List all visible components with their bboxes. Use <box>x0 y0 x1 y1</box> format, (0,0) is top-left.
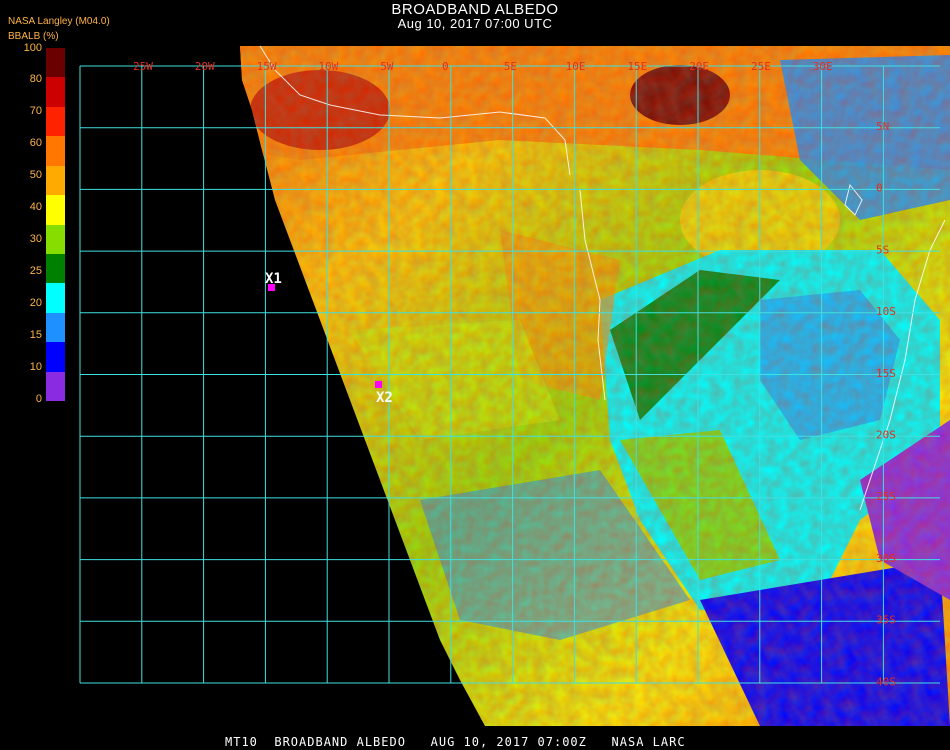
lon-label: 10E <box>566 60 586 73</box>
colorbar-tick: 80 <box>29 73 42 85</box>
marker-x1: X1 <box>265 271 282 291</box>
colorbar-tick: 30 <box>29 233 42 245</box>
colorbar-tick: 20 <box>29 297 42 309</box>
marker-x1-label: X1 <box>265 271 282 287</box>
colorbar-tick: 60 <box>29 137 42 149</box>
colorbar-tick: 100 <box>23 42 42 54</box>
lon-label: 20E <box>689 60 709 73</box>
colorbar-tick: 0 <box>35 393 42 405</box>
colorbar-tick: 40 <box>29 201 42 213</box>
lat-label: 5S <box>876 243 889 256</box>
lat-label: 10S <box>876 305 896 318</box>
colorbar-tick: 70 <box>29 105 42 117</box>
lat-label: 15S <box>876 367 896 380</box>
lon-label: 10W <box>318 60 338 73</box>
lat-label: 5N <box>876 120 889 133</box>
lon-label: 25E <box>751 60 771 73</box>
colorbar-tick: 50 <box>29 169 42 181</box>
satellite-swath <box>240 46 950 726</box>
lon-label: 20W <box>195 60 215 73</box>
colorbar-tick: 10 <box>29 361 42 373</box>
albedo-map: 25W 20W 15W 10W 5W 0 5E 10E 15E 20E 25E 30E 5N 0 5S 10… <box>79 45 950 726</box>
lat-label: 20S <box>876 429 896 442</box>
lon-label: 15E <box>627 60 647 73</box>
lon-label: 30E <box>813 60 833 73</box>
colorbar-tick: 25 <box>29 265 42 277</box>
lat-label: 40S <box>876 675 896 688</box>
marker-x2-label: X2 <box>376 390 393 406</box>
lat-label: 25S <box>876 490 896 503</box>
lon-label: 5W <box>380 60 394 73</box>
lon-label: 5E <box>504 60 517 73</box>
lat-label: 0 <box>876 182 883 195</box>
footer-caption: MT10 BROADBAND ALBEDO AUG 10, 2017 07:00… <box>225 735 686 749</box>
colorbar-tick: 15 <box>29 329 42 341</box>
lon-label: 0 <box>442 60 449 73</box>
lat-label: 35S <box>876 614 896 627</box>
lon-label: 15W <box>257 60 277 73</box>
lat-label: 30S <box>876 552 896 565</box>
lon-label: 25W <box>133 60 153 73</box>
marker-x2-point <box>375 381 382 388</box>
